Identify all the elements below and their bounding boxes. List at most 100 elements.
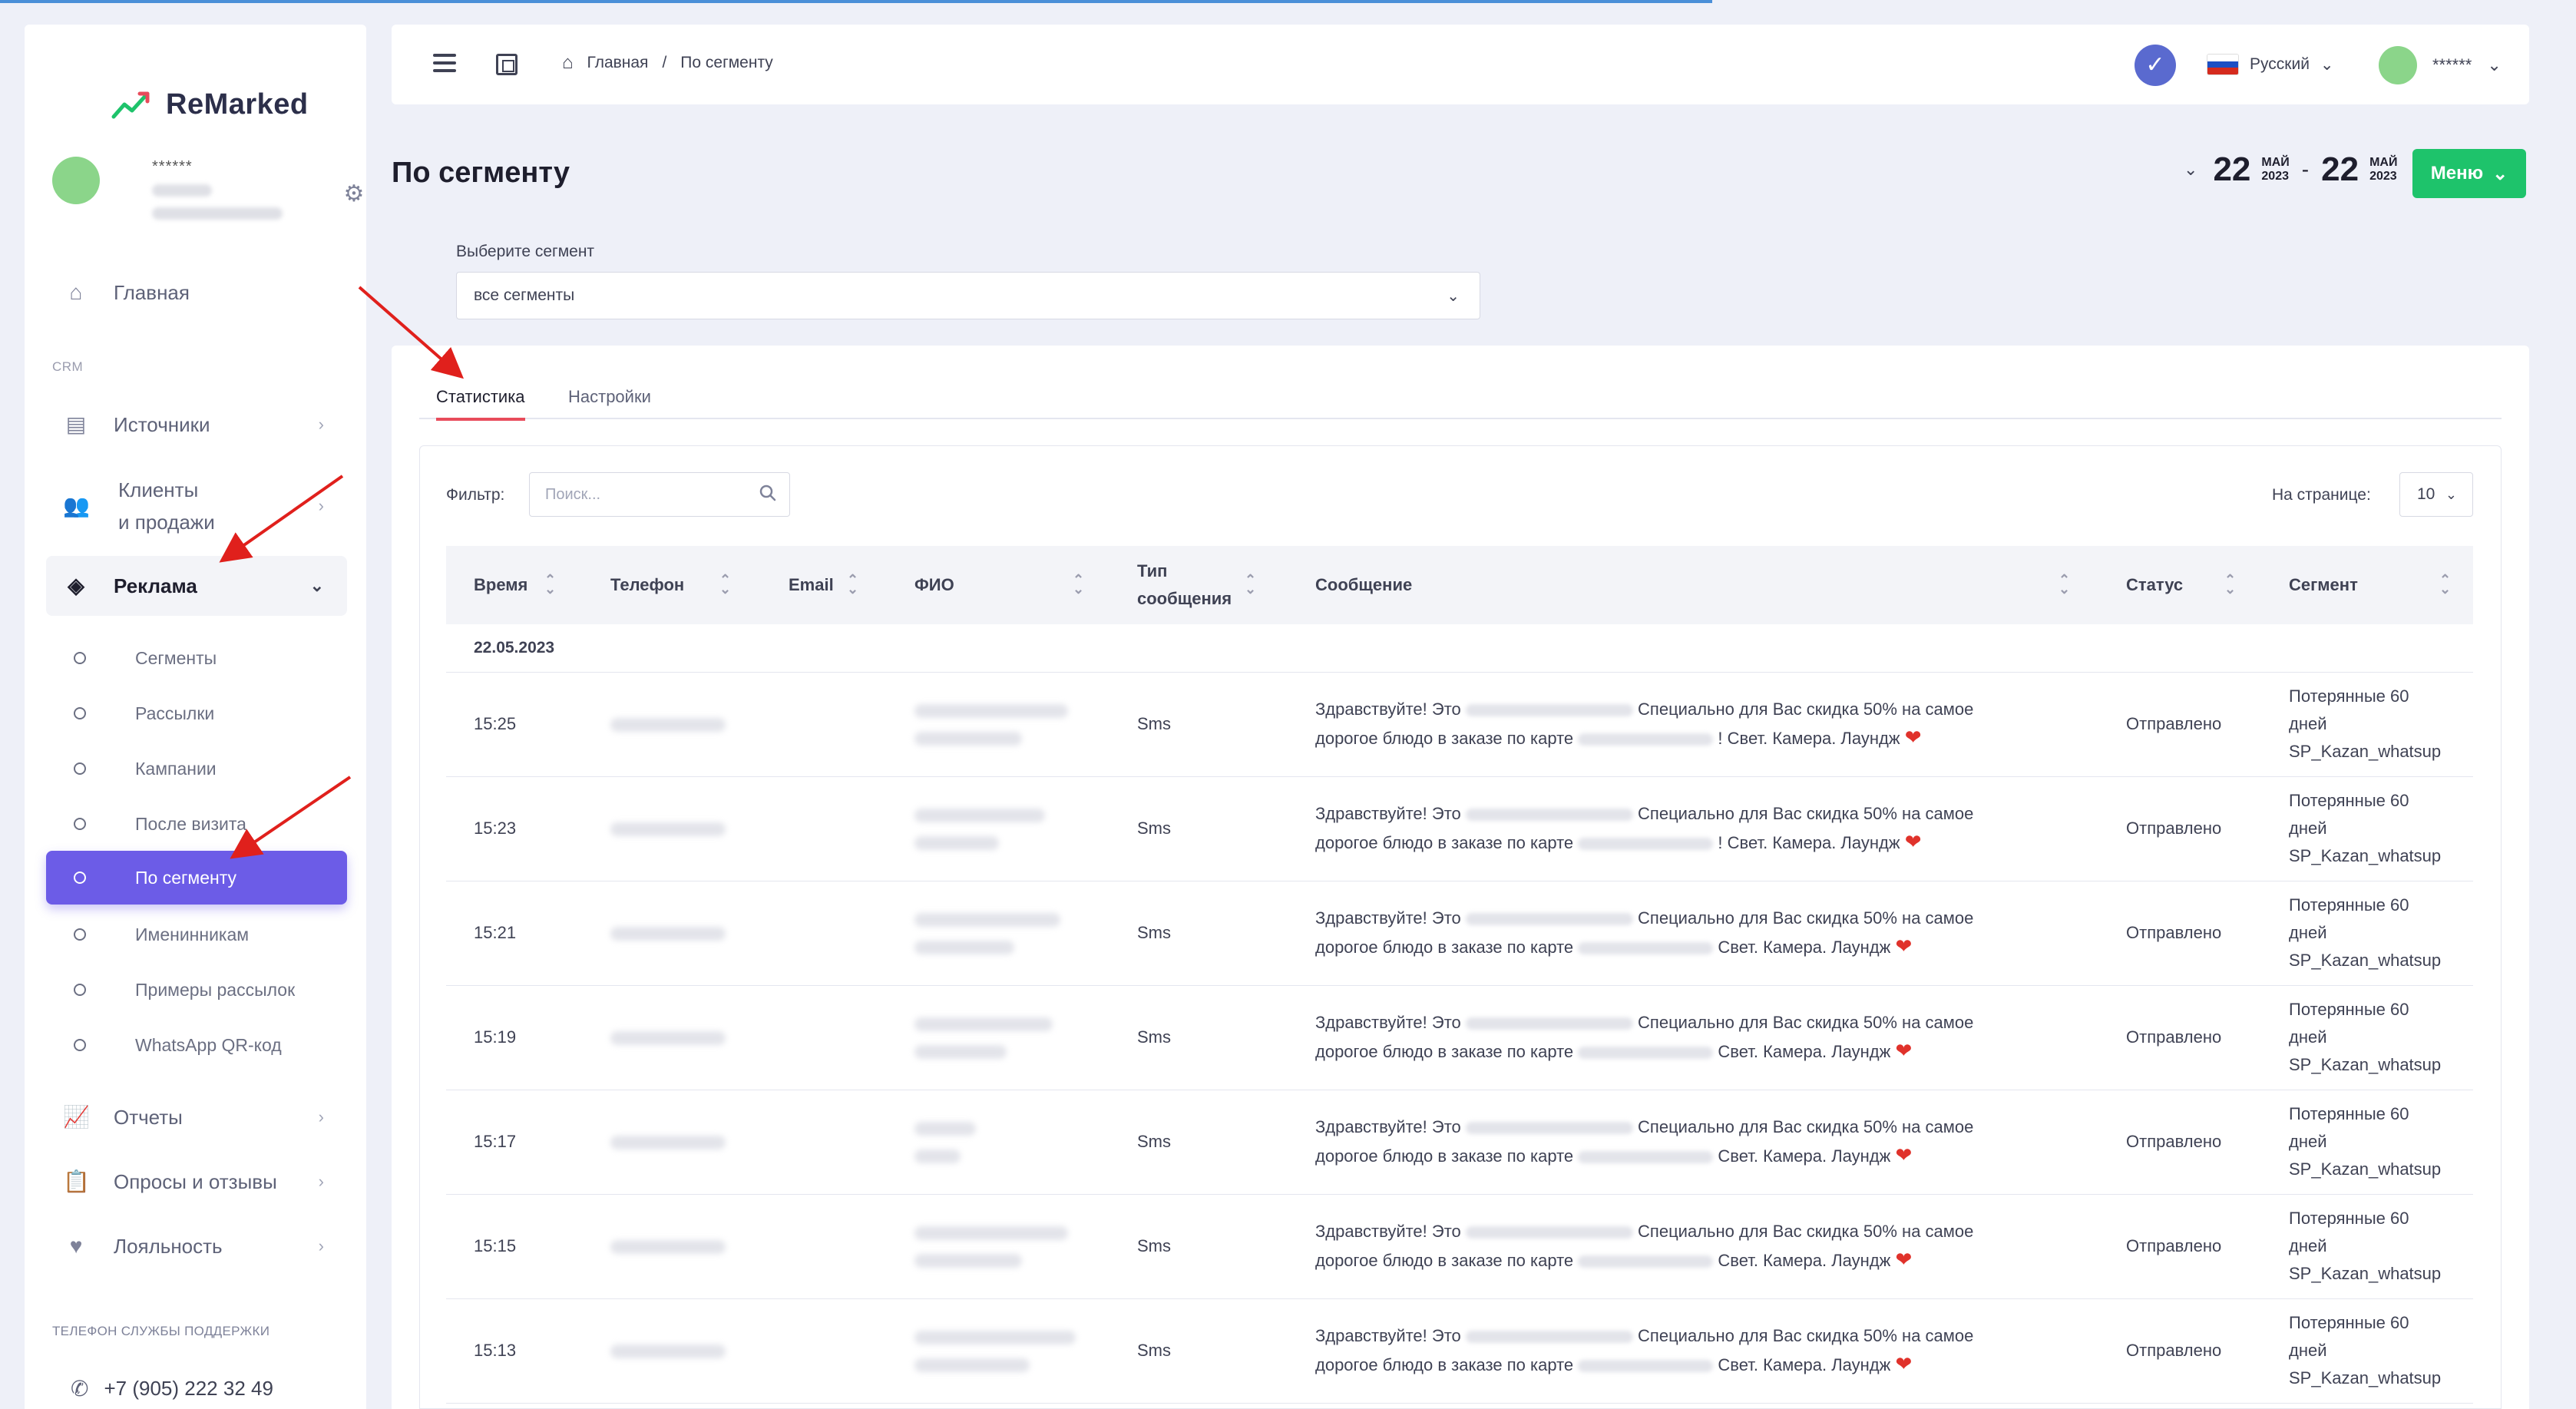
column-header-status[interactable]: Статус ⌃ ⌄ [2098, 546, 2261, 624]
table-row[interactable]: 15:21 Sms Здравствуйте! Это Специально для… [446, 881, 2473, 985]
message-line2-start: дорогое блюдо в заказе по карте [1315, 1146, 1574, 1166]
segment-line-1: Потерянные 60 [2289, 1104, 2409, 1123]
cell-time: 15:15 [474, 1236, 517, 1255]
heart-icon: ♥ [69, 1234, 83, 1258]
sidebar-item-label: Реклама [114, 574, 197, 597]
russia-flag-icon [2207, 54, 2239, 75]
table-row[interactable]: 15:15 Sms Здравствуйте! Это Специально для… [446, 1194, 2473, 1298]
label-line-2: и продажи [118, 511, 215, 534]
sidebar-subitem-examples[interactable]: Примеры рассылок [46, 963, 347, 1017]
chevron-down-icon: ⌄ [2487, 55, 2502, 74]
cell-message: Здравствуйте! Это Специально для Вас ски… [1288, 985, 2098, 1090]
cell-email [761, 1298, 887, 1403]
segment-line-1: Потерянные 60 [2289, 1209, 2409, 1228]
fullscreen-icon[interactable] [496, 54, 518, 75]
table-row[interactable]: 15:17 Sms Здравствуйте! Это Специально для… [446, 1090, 2473, 1194]
language-selector[interactable]: Русский ⌄ [2207, 54, 2334, 75]
table-row[interactable]: 15:23 Sms Здравствуйте! Это Специально для… [446, 776, 2473, 881]
top-header: ⌂ Главная / По сегменту ✓ Русский ⌄ ****… [392, 25, 2529, 104]
sidebar-subitem-by-segment[interactable]: По сегменту [46, 851, 347, 905]
user-avatar[interactable] [52, 157, 100, 204]
cell-fio-redacted [887, 776, 1109, 881]
heart-emoji-icon: ❤ [1895, 1039, 1913, 1062]
language-label: Русский [2250, 55, 2310, 73]
tab-settings[interactable]: Настройки [568, 387, 651, 418]
cell-type: Sms [1137, 1341, 1171, 1360]
cell-type: Sms [1137, 1132, 1171, 1151]
cell-type: Sms [1137, 923, 1171, 942]
support-phone[interactable]: ✆ +7 (905) 222 32 49 [71, 1376, 273, 1401]
segment-select-value: все сегменты [474, 286, 575, 304]
menu-button[interactable]: Меню ⌄ [2412, 149, 2526, 198]
cell-phone-redacted [583, 1090, 761, 1194]
cell-segment: Потерянные 60 дней SP_Kazan_whatsup [2261, 672, 2473, 776]
header-label: Время [474, 575, 528, 594]
sort-icon: ⌃ ⌄ [2439, 572, 2452, 597]
sidebar-subitem-campaigns[interactable]: Кампании [46, 742, 347, 795]
table-row[interactable]: 15:19 Sms Здравствуйте! Это Специально для… [446, 985, 2473, 1090]
cell-status: Отправлено [2126, 1132, 2222, 1151]
cell-time: 15:23 [474, 819, 517, 838]
date-range-picker[interactable]: ⌄ 22 МАЙ 2023 - 22 МАЙ 2023 [2184, 150, 2397, 189]
tab-statistics[interactable]: Статистика [436, 387, 525, 421]
cell-email [761, 1194, 887, 1298]
segment-select[interactable]: все сегменты ⌄ [456, 272, 1480, 319]
sidebar-item-label: Отчеты [114, 1105, 183, 1129]
column-header-phone[interactable]: Телефон ⌃ ⌄ [583, 546, 761, 624]
date-from-year: 2023 [2261, 170, 2289, 183]
date-to-month: МАЙ [2369, 156, 2398, 169]
sidebar-subitem-birthdays[interactable]: Именинникам [46, 908, 347, 961]
sidebar-item-home[interactable]: ⌂ Главная [46, 263, 347, 322]
search-input[interactable]: Поиск... [529, 472, 790, 517]
sidebar-subitem-whatsapp-qr[interactable]: WhatsApp QR-код [46, 1018, 347, 1072]
cell-status: Отправлено [2126, 819, 2222, 838]
per-page-label: На странице: [2272, 486, 2371, 504]
segment-line-1: Потерянные 60 [2289, 895, 2409, 915]
chevron-right-icon: › [318, 1236, 324, 1255]
top-progress-bar [0, 0, 1712, 3]
sidebar-item-ads[interactable]: ◈ Реклама ⌄ [46, 556, 347, 616]
column-header-time[interactable]: Время ⌃ ⌄ [446, 546, 583, 624]
header-label-line-2: сообщения [1137, 589, 1232, 608]
column-header-fio[interactable]: ФИО ⌃ ⌄ [887, 546, 1109, 624]
sidebar-subitem-label: Сегменты [135, 647, 217, 668]
gear-icon[interactable]: ⚙ [341, 181, 366, 207]
cell-time: 15:19 [474, 1027, 517, 1047]
header-user-menu[interactable]: ****** ⌄ [2379, 46, 2502, 84]
home-icon[interactable]: ⌂ [562, 52, 574, 74]
column-header-type[interactable]: Тип сообщения ⌃ ⌄ [1109, 546, 1288, 624]
table-row[interactable]: 15:13 Sms Здравствуйте! Это Специально для… [446, 1298, 2473, 1403]
header-label: Сообщение [1315, 575, 1413, 594]
check-icon[interactable]: ✓ [2135, 45, 2176, 86]
bullet-icon [74, 1039, 86, 1051]
sidebar-item-label: Клиенты и продажи [118, 474, 215, 538]
message-start: Здравствуйте! Это [1315, 908, 1461, 928]
logo[interactable]: ReMarked [111, 88, 309, 121]
column-header-segment[interactable]: Сегмент ⌃ ⌄ [2261, 546, 2473, 624]
sidebar-item-label: Лояльность [114, 1234, 223, 1258]
sidebar-item-loyalty[interactable]: ♥ Лояльность › [46, 1216, 347, 1276]
cell-message: Здравствуйте! Это Специально для Вас ски… [1288, 672, 2098, 776]
sidebar-subitem-after-visit[interactable]: После визита [46, 797, 347, 851]
sidebar-item-reports[interactable]: 📈 Отчеты › [46, 1087, 347, 1147]
cell-phone-redacted [583, 985, 761, 1090]
message-start: Здравствуйте! Это [1315, 1326, 1461, 1345]
sidebar-item-label: Главная [114, 280, 190, 304]
table-row[interactable]: 15:25 Sms Здравствуйте! Это Специально для… [446, 672, 2473, 776]
segment-line-2: дней [2289, 1341, 2327, 1360]
message-line2-start: дорогое блюдо в заказе по карте [1315, 1251, 1574, 1270]
per-page-select[interactable]: 10 ⌄ [2399, 472, 2473, 517]
segment-line-3: SP_Kazan_whatsup [2289, 951, 2442, 970]
sidebar-item-sources[interactable]: ▤ Источники › [46, 395, 347, 455]
bullet-icon [74, 984, 86, 996]
cell-segment: Потерянные 60 дней SP_Kazan_whatsup [2261, 1298, 2473, 1403]
column-header-message[interactable]: Сообщение ⌃ ⌄ [1288, 546, 2098, 624]
breadcrumb-home[interactable]: Главная [587, 54, 649, 72]
cell-email [761, 985, 887, 1090]
sidebar-item-surveys[interactable]: 📋 Опросы и отзывы › [46, 1152, 347, 1212]
sidebar-item-clients[interactable]: 👥 Клиенты и продажи › [46, 470, 347, 542]
sidebar-subitem-mailings[interactable]: Рассылки [46, 686, 347, 740]
hamburger-menu-icon[interactable] [433, 54, 456, 74]
column-header-email[interactable]: Email ⌃ ⌄ [761, 546, 887, 624]
sidebar-subitem-segments[interactable]: Сегменты [46, 631, 347, 685]
